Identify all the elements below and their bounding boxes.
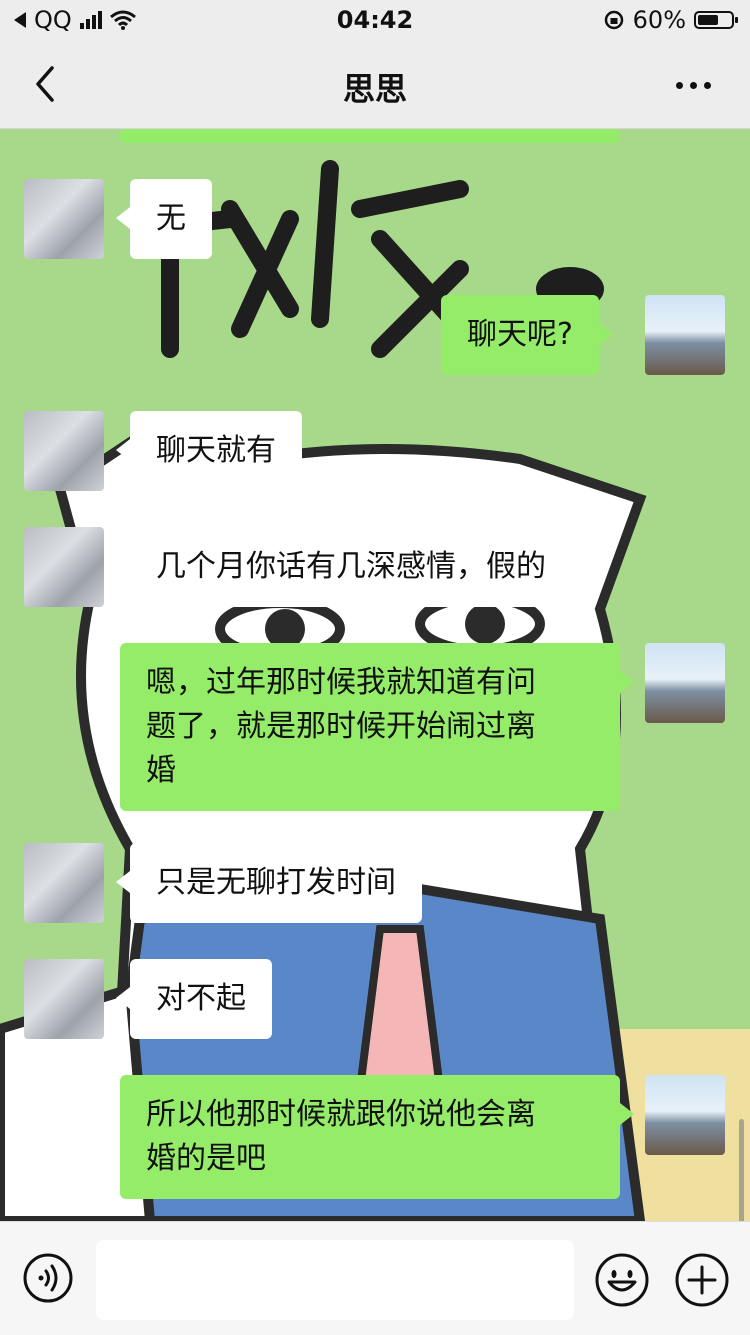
message-line: 婚的是吧 [146,1141,266,1176]
voice-icon[interactable] [22,1252,74,1304]
message-line: 嗯，过年那时候我就知道有问 [146,665,536,700]
message-bubble-received[interactable]: 只是无聊打发时间 [116,843,422,923]
message-bubble-received[interactable]: 聊天就有 [116,411,302,491]
contact-avatar[interactable] [24,527,104,607]
plus-icon[interactable] [674,1252,730,1308]
chat-area[interactable]: 无 聊天呢? 聊天就有 几个月你话有几深感情，假的 嗯，过年那时候我就知道有问 … [0,129,750,1221]
status-bar: QQ 04:42 60% [0,0,750,40]
message-bubble-sent[interactable]: 所以他那时候就跟你说他会离 婚的是吧 [120,1075,634,1199]
message-line: 题了，就是那时候开始闹过离 [146,709,536,744]
message-bubble-received[interactable]: 无 [116,179,212,259]
chat-title: 思思 [342,70,407,108]
my-avatar[interactable] [645,643,725,723]
emoji-icon[interactable] [594,1252,650,1308]
message-input[interactable] [96,1240,574,1320]
battery-icon [694,11,738,29]
battery-percent: 60% [632,6,686,34]
contact-avatar[interactable] [24,843,104,923]
message-bubble-received[interactable]: 几个月你话有几深感情，假的 [116,527,572,607]
scrollbar[interactable] [739,1119,744,1221]
message-bubble-sent[interactable]: 聊天呢? [441,295,613,375]
more-dots-icon[interactable] [676,70,716,100]
message-line: 婚 [146,753,176,788]
input-bar [0,1221,750,1335]
chat-header: 思思 [0,40,750,129]
status-right: 60% [603,6,738,34]
contact-avatar[interactable] [24,411,104,491]
message-bubble-received[interactable]: 对不起 [116,959,272,1039]
my-avatar[interactable] [645,1075,725,1155]
message-bubble-sent[interactable]: 嗯，过年那时候我就知道有问 题了，就是那时候开始闹过离 婚 [120,643,634,811]
contact-avatar[interactable] [24,179,104,259]
message-line: 所以他那时候就跟你说他会离 [146,1097,536,1132]
contact-avatar[interactable] [24,959,104,1039]
rotation-lock-icon [604,10,623,30]
my-avatar[interactable] [645,295,725,375]
